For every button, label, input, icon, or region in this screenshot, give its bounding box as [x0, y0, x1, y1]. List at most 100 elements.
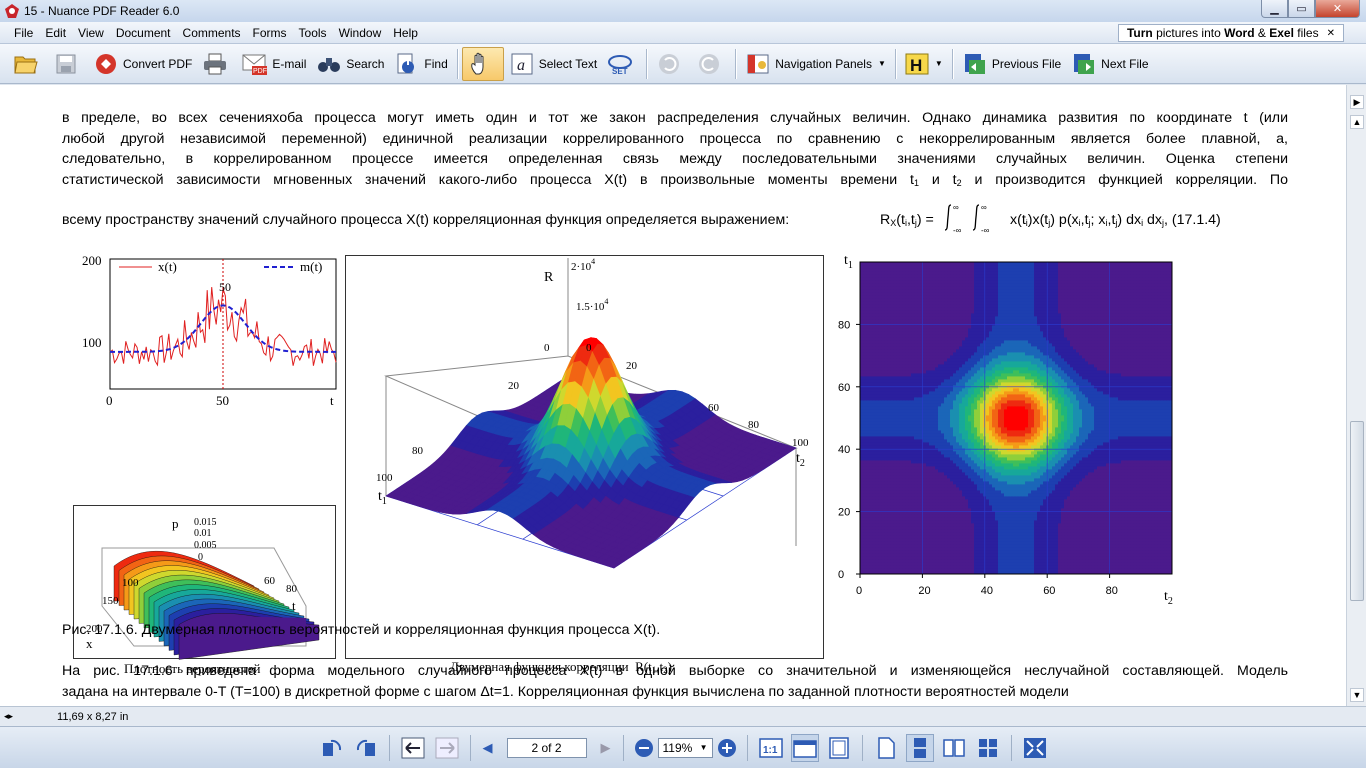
contour-cell — [1136, 487, 1140, 491]
search-button[interactable]: Search — [311, 47, 389, 81]
contour-cell — [1142, 472, 1146, 476]
navigation-panels-button[interactable]: Navigation Panels ▼ — [740, 47, 891, 81]
menu-help[interactable]: Help — [387, 26, 424, 40]
contour-cell — [968, 529, 972, 533]
contour-cell — [1124, 550, 1128, 554]
contour-cell — [875, 568, 879, 572]
chevron-down-icon[interactable]: ▼ — [878, 59, 886, 68]
contour-cell — [914, 565, 918, 569]
redo-button[interactable] — [691, 47, 731, 81]
contour-cell — [1145, 520, 1149, 524]
contour-cell — [884, 481, 888, 485]
contour-cell — [1049, 502, 1053, 506]
contour-cell — [974, 568, 978, 572]
hand-tool-button[interactable] — [461, 46, 504, 81]
contour-cell — [968, 532, 972, 536]
contour-cell — [950, 565, 954, 569]
contour-map: 8060402000 20 40 60 80 t1 t2 — [838, 253, 1173, 607]
select-text-button[interactable]: a Select Text — [504, 47, 602, 81]
contour-cell — [1088, 559, 1092, 563]
contour-cell — [923, 490, 927, 494]
contour-cell — [929, 502, 933, 506]
contour-cell — [1121, 538, 1125, 542]
contour-cell — [1076, 556, 1080, 560]
contour-cell — [1127, 556, 1131, 560]
contour-cell — [980, 565, 984, 569]
contour-cell — [869, 490, 873, 494]
contour-cell — [1040, 469, 1044, 473]
menu-comments[interactable]: Comments — [177, 26, 247, 40]
convert-pdf-button[interactable]: Convert PDF — [88, 47, 197, 81]
menu-document[interactable]: Document — [110, 26, 177, 40]
menu-file[interactable]: File — [8, 26, 39, 40]
contour-cell — [1016, 472, 1020, 476]
contour-cell — [1106, 556, 1110, 560]
open-button[interactable] — [8, 47, 48, 81]
highlight-button[interactable]: H ▼ — [900, 47, 948, 81]
contour-cell — [890, 553, 894, 557]
contour-cell — [1058, 535, 1062, 539]
promo-close-icon[interactable]: ✕ — [1327, 28, 1335, 39]
contour-cell — [1130, 496, 1134, 500]
contour-cell — [1118, 523, 1122, 527]
contour-cell — [1127, 514, 1131, 518]
contour-cell — [860, 472, 864, 476]
menu-edit[interactable]: Edit — [39, 26, 72, 40]
previous-file-button[interactable]: Previous File — [957, 47, 1066, 81]
contour-cell — [995, 550, 999, 554]
find-button[interactable]: Find — [389, 47, 452, 81]
contour-cell — [869, 565, 873, 569]
folder-open-icon — [13, 51, 39, 77]
contour-cell — [887, 484, 891, 488]
contour-cell — [1004, 535, 1008, 539]
contour-cell — [1067, 484, 1071, 488]
contour-cell — [1040, 535, 1044, 539]
contour-cell — [1040, 508, 1044, 512]
close-button[interactable]: ✕ — [1315, 0, 1360, 18]
contour-cell — [917, 535, 921, 539]
contour-cell — [1142, 565, 1146, 569]
contour-cell — [896, 553, 900, 557]
contour-cell — [1013, 532, 1017, 536]
document-view[interactable]: в пределе, во всех сеченияхоба процесса … — [0, 85, 1346, 706]
contour-cell — [863, 484, 867, 488]
contour-cell — [941, 520, 945, 524]
chevron-down-icon[interactable]: ▼ — [935, 59, 943, 68]
contour-cell — [1085, 538, 1089, 542]
contour-cell — [1160, 502, 1164, 506]
contour-cell — [1100, 508, 1104, 512]
menu-forms[interactable]: Forms — [247, 26, 293, 40]
contour-cell — [1067, 496, 1071, 500]
contour-cell — [1004, 526, 1008, 530]
contour-cell — [1163, 541, 1167, 545]
email-button[interactable]: PDF E-mail — [237, 47, 311, 81]
contour-cell — [965, 505, 969, 509]
contour-cell — [1118, 553, 1122, 557]
contour-cell — [992, 559, 996, 563]
contour-cell — [860, 487, 864, 491]
contour-cell — [1028, 538, 1032, 542]
contour-cell — [968, 472, 972, 476]
email-icon: PDF — [242, 51, 268, 77]
promo-banner[interactable]: Turn pictures into Word & Exel files ✕ — [1117, 24, 1344, 42]
contour-cell — [1001, 517, 1005, 521]
contour-cell — [974, 547, 978, 551]
undo-button[interactable] — [651, 47, 691, 81]
save-button[interactable] — [48, 47, 88, 81]
minimize-button[interactable]: ▁ — [1261, 0, 1288, 18]
contour-cell — [1043, 556, 1047, 560]
print-button[interactable] — [197, 47, 237, 81]
contour-cell — [1160, 499, 1164, 503]
contour-cell — [1040, 505, 1044, 509]
contour-cell — [947, 556, 951, 560]
contour-cell — [1025, 472, 1029, 476]
next-file-button[interactable]: Next File — [1066, 47, 1153, 81]
contour-cell — [1070, 472, 1074, 476]
menu-window[interactable]: Window — [333, 26, 388, 40]
maximize-button[interactable]: ▭ — [1288, 0, 1315, 18]
set-button[interactable]: SET — [602, 47, 642, 81]
menu-tools[interactable]: Tools — [293, 26, 333, 40]
contour-cell — [1046, 538, 1050, 542]
contour-cell — [872, 547, 876, 551]
menu-view[interactable]: View — [72, 26, 110, 40]
